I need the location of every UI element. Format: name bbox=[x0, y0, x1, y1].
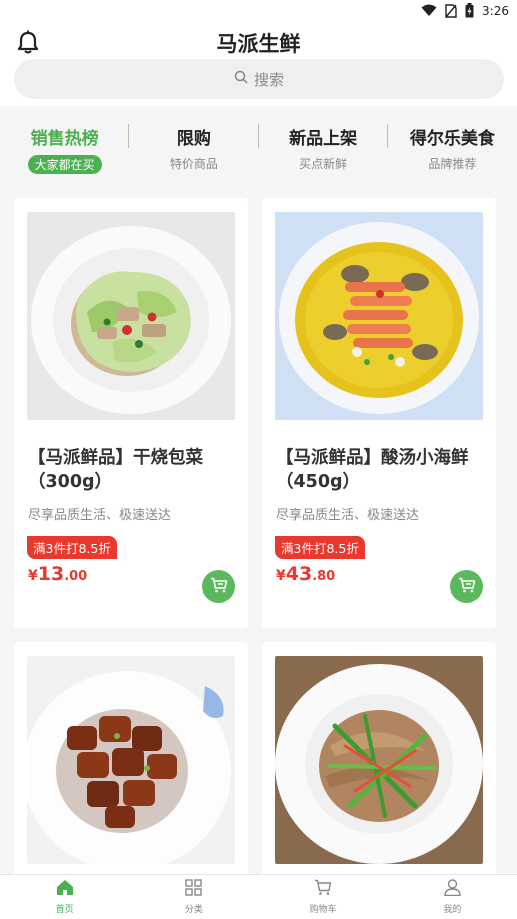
bottom-nav: 首页 分类 购物车 我的 bbox=[0, 874, 517, 919]
product-image-noodles[interactable] bbox=[275, 656, 483, 864]
tab-subtitle: 特价商品 bbox=[169, 157, 218, 171]
product-card[interactable] bbox=[14, 642, 248, 882]
product-card[interactable]: 【马派鲜品】酸汤小海鲜（450g） 尽享品质生活、极速送达 满3件打8.5折 ¥… bbox=[262, 198, 496, 628]
product-name[interactable]: 【马派鲜品】酸汤小海鲜（450g） bbox=[276, 446, 482, 494]
tab-hot-sales[interactable]: 销售热榜 大家都在买 bbox=[0, 106, 130, 186]
header: 马派生鲜 搜索 bbox=[0, 24, 517, 106]
product-card[interactable]: 【马派鲜品】干烧包菜（300g） 尽享品质生活、极速送达 满3件打8.5折 ¥1… bbox=[14, 198, 248, 628]
tab-title: 新品上架 bbox=[289, 129, 358, 149]
search-placeholder: 搜索 bbox=[253, 70, 284, 89]
product-price: ¥13.00 bbox=[28, 563, 87, 585]
user-icon bbox=[444, 879, 461, 900]
tab-subtitle: 大家都在买 bbox=[27, 155, 102, 174]
tab-subtitle: 买点新鲜 bbox=[299, 157, 348, 171]
nav-cart[interactable]: 购物车 bbox=[259, 875, 388, 919]
product-price: ¥43.80 bbox=[276, 563, 335, 585]
price-currency: ¥ bbox=[28, 568, 38, 584]
cart-icon bbox=[458, 577, 476, 597]
product-desc: 尽享品质生活、极速送达 bbox=[276, 508, 420, 523]
battery-icon bbox=[465, 3, 474, 18]
nav-profile[interactable]: 我的 bbox=[388, 875, 517, 919]
add-to-cart-button[interactable] bbox=[202, 570, 235, 603]
nav-home[interactable]: 首页 bbox=[0, 875, 129, 919]
tab-title: 销售热榜 bbox=[30, 129, 99, 149]
tab-limited[interactable]: 限购 特价商品 bbox=[129, 106, 259, 186]
tab-brand-food[interactable]: 得尔乐美食 品牌推荐 bbox=[388, 106, 517, 186]
product-image-braised-pork[interactable] bbox=[27, 656, 235, 864]
home-icon bbox=[56, 879, 74, 900]
tab-title: 限购 bbox=[176, 129, 211, 149]
search-bar[interactable]: 搜索 bbox=[14, 59, 504, 99]
page-title: 马派生鲜 bbox=[216, 32, 301, 56]
promo-badge: 满3件打8.5折 bbox=[27, 536, 117, 559]
category-tabs: 销售热榜 大家都在买 限购 特价商品 新品上架 买点新鲜 得尔乐美食 品牌推荐 bbox=[0, 106, 517, 186]
nav-label: 我的 bbox=[443, 905, 462, 915]
price-integer: 13 bbox=[37, 563, 65, 585]
tab-title: 得尔乐美食 bbox=[409, 129, 495, 149]
product-image-cabbage[interactable] bbox=[27, 212, 235, 420]
price-integer: 43 bbox=[285, 563, 313, 585]
grid-icon bbox=[185, 879, 203, 900]
cart-icon bbox=[210, 577, 228, 597]
wifi-icon bbox=[421, 4, 437, 17]
promo-badge: 满3件打8.5折 bbox=[275, 536, 365, 559]
price-currency: ¥ bbox=[276, 568, 286, 584]
no-sim-icon bbox=[445, 3, 457, 18]
tab-subtitle: 品牌推荐 bbox=[428, 157, 477, 171]
add-to-cart-button[interactable] bbox=[450, 570, 483, 603]
product-name[interactable]: 【马派鲜品】干烧包菜（300g） bbox=[28, 446, 234, 494]
search-icon bbox=[234, 70, 248, 88]
nav-category[interactable]: 分类 bbox=[129, 875, 258, 919]
product-image-seafood[interactable] bbox=[275, 212, 483, 420]
cart-icon bbox=[314, 879, 332, 900]
nav-label: 分类 bbox=[184, 905, 203, 915]
product-card[interactable] bbox=[262, 642, 496, 882]
clock-time: 3:26 bbox=[482, 3, 509, 18]
tab-new-arrivals[interactable]: 新品上架 买点新鲜 bbox=[259, 106, 388, 186]
app-root: 3:26 马派生鲜 搜索 销售热榜 大家都在买 限购 特价商品 新品上架 买点新 bbox=[0, 0, 517, 919]
price-decimal: .00 bbox=[64, 569, 88, 584]
nav-label: 首页 bbox=[55, 905, 74, 915]
status-bar: 3:26 bbox=[0, 0, 517, 24]
product-desc: 尽享品质生活、极速送达 bbox=[28, 508, 172, 523]
nav-label: 购物车 bbox=[309, 905, 337, 915]
price-decimal: .80 bbox=[312, 569, 336, 584]
